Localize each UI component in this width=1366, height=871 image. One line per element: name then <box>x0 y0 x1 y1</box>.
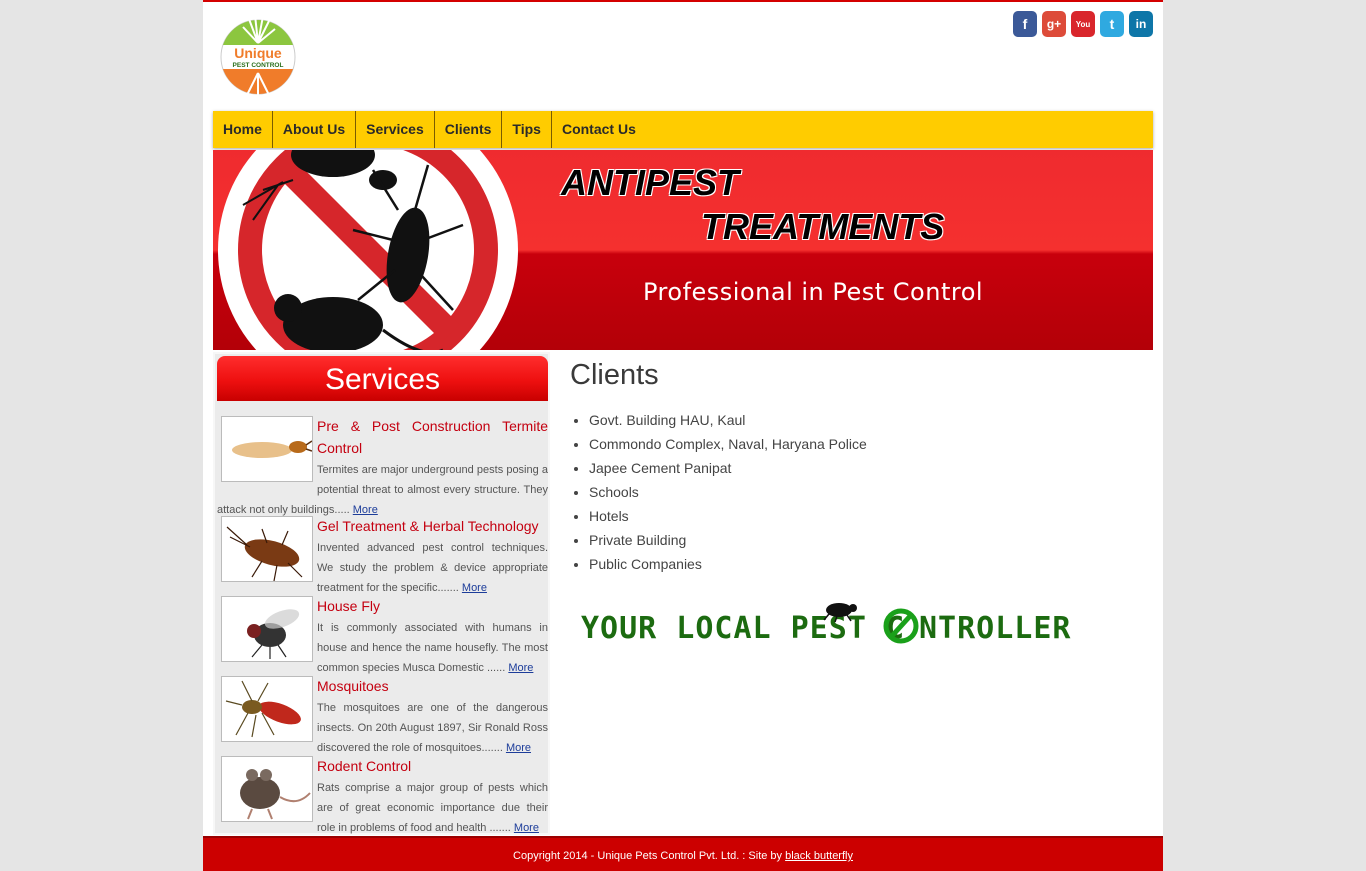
cockroach-icon[interactable] <box>221 516 313 582</box>
services-sidebar: Services Pre & Post Construction Termite… <box>213 352 550 835</box>
twitter-icon[interactable]: t <box>1100 11 1124 37</box>
footer: Copyright 2014 - Unique Pets Control Pvt… <box>203 836 1163 871</box>
fly-icon[interactable] <box>221 596 313 662</box>
service-title[interactable]: Mosquitoes <box>317 678 389 694</box>
service-item: House Fly It is commonly associated with… <box>217 596 548 678</box>
list-item: Japee Cement Panipat <box>589 456 867 480</box>
local-pest-controller-banner: YOUR LOCAL PEST C NTROLLER <box>581 603 1072 646</box>
main-nav: Home About Us Services Clients Tips Cont… <box>213 111 1153 148</box>
nav-tips[interactable]: Tips <box>502 111 552 148</box>
service-description: Invented advanced pest control technique… <box>317 542 548 594</box>
list-item: Public Companies <box>589 552 867 576</box>
service-item: Mosquitoes The mosquitoes are one of the… <box>217 676 548 758</box>
banner-title-line1: ANTIPEST <box>561 162 740 203</box>
banner-title-line2: TREATMENTS <box>701 206 945 247</box>
facebook-icon[interactable]: f <box>1013 11 1037 37</box>
page-title: Clients <box>570 359 659 391</box>
logo[interactable]: Unique PEST CONTROL <box>219 7 297 107</box>
service-title[interactable]: House Fly <box>317 598 380 614</box>
nav-services[interactable]: Services <box>356 111 435 148</box>
more-link[interactable]: More <box>514 822 539 834</box>
service-title[interactable]: Gel Treatment & Herbal Technology <box>317 518 539 534</box>
service-title[interactable]: Pre & Post Construction Termite Control <box>317 418 548 456</box>
more-link[interactable]: More <box>353 504 378 516</box>
nav-about-us[interactable]: About Us <box>273 111 357 148</box>
more-link[interactable]: More <box>506 742 531 754</box>
list-item: Hotels <box>589 504 867 528</box>
mosquito-icon[interactable] <box>221 676 313 742</box>
slogan-part2: NTROLLER <box>919 611 1072 646</box>
service-item: Rodent Control Rats comprise a major gro… <box>217 756 548 838</box>
services-heading: Services <box>217 356 548 401</box>
list-item: Commondo Complex, Naval, Haryana Police <box>589 432 867 456</box>
list-item: Schools <box>589 480 867 504</box>
credit-link[interactable]: black butterfly <box>785 850 853 862</box>
more-link[interactable]: More <box>508 662 533 674</box>
banner-tagline: Professional in Pest Control <box>643 278 984 306</box>
nav-home[interactable]: Home <box>213 111 273 148</box>
termite-icon[interactable] <box>221 416 313 482</box>
more-link[interactable]: More <box>462 582 487 594</box>
service-title[interactable]: Rodent Control <box>317 758 411 774</box>
copyright-text: Copyright 2014 - Unique Pets Control Pvt… <box>513 850 786 862</box>
clients-list: Govt. Building HAU, Kaul Commondo Comple… <box>589 408 867 576</box>
linkedin-icon[interactable]: in <box>1129 11 1153 37</box>
hero-banner: ANTIPEST TREATMENTS Professional in Pest… <box>213 150 1153 350</box>
nav-clients[interactable]: Clients <box>435 111 503 148</box>
google-plus-icon[interactable]: g+ <box>1042 11 1066 37</box>
logo-top-text: Unique <box>234 45 282 61</box>
nav-contact-us[interactable]: Contact Us <box>552 111 646 148</box>
service-item: Pre & Post Construction Termite Control … <box>217 416 548 520</box>
logo-bottom-text: PEST CONTROL <box>233 62 284 69</box>
list-item: Govt. Building HAU, Kaul <box>589 408 867 432</box>
social-links: f g+ You t in <box>1013 11 1153 37</box>
page-container: Unique PEST CONTROL f g+ You t in Home A… <box>203 0 1163 871</box>
rat-icon[interactable] <box>221 756 313 822</box>
list-item: Private Building <box>589 528 867 552</box>
youtube-icon[interactable]: You <box>1071 11 1095 37</box>
no-pests-sign-icon <box>218 150 518 350</box>
service-item: Gel Treatment & Herbal Technology Invent… <box>217 516 548 598</box>
slogan-part1: YOUR LOCAL PEST C <box>581 611 905 646</box>
